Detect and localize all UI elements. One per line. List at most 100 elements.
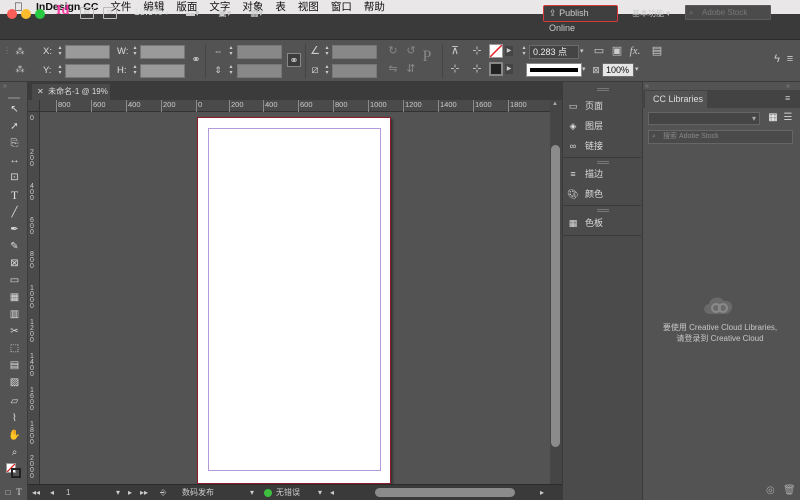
vertical-scroll-thumb[interactable]	[551, 145, 560, 447]
fill-swatch[interactable]	[489, 44, 503, 58]
open-page-icon[interactable]: ⎆	[160, 485, 166, 500]
collapse-tools-icon[interactable]: »	[3, 83, 7, 90]
horizontal-ruler[interactable]: 800 600 400 200 0 200 400 600 800 1000 1200 1400 160…	[28, 100, 550, 112]
paragraph-direction-icon[interactable]: P	[420, 49, 434, 65]
libraries-panel-menu-icon[interactable]: ≡	[785, 93, 790, 103]
scissors-tool-icon[interactable]: ✂	[7, 325, 22, 338]
panel-item-color[interactable]: 🎨︎ 颜色	[566, 186, 603, 202]
first-page-icon[interactable]: ◂◂	[32, 485, 40, 500]
line-tool-icon[interactable]: ╱	[7, 206, 22, 219]
last-page-icon[interactable]: ▸▸	[140, 485, 148, 500]
shear-spinner[interactable]: ▴ ▾	[323, 64, 331, 77]
fx-icon[interactable]: fx.	[628, 44, 642, 58]
stroke-type-select[interactable]	[526, 63, 582, 77]
horizontal-grid-tool-icon[interactable]: ▦	[7, 291, 22, 304]
publish-online-button[interactable]: ⇪ Publish Online	[543, 5, 618, 33]
scroll-right-icon[interactable]: ▸	[540, 485, 544, 500]
direct-selection-tool-icon[interactable]: ➚	[7, 120, 22, 133]
opacity-dropdown[interactable]: ▾	[635, 63, 643, 77]
menu-view[interactable]: 视图	[298, 0, 319, 14]
rectangle-frame-tool-icon[interactable]: ⊠	[7, 257, 22, 270]
shear-field[interactable]	[332, 64, 377, 78]
content-collector-tool-icon[interactable]: ⊡	[7, 171, 22, 184]
flip-vertical-icon[interactable]: ⇵	[404, 62, 418, 76]
scroll-up-icon[interactable]: ▲	[552, 101, 558, 107]
bridge-button[interactable]: Br	[80, 7, 94, 19]
list-view-icon[interactable]: ☰	[782, 112, 794, 124]
panel-grip-icon[interactable]	[597, 161, 609, 164]
panel-item-swatches[interactable]: ▦ 色板	[566, 215, 603, 231]
rotate-cw-icon[interactable]: ↻	[386, 44, 400, 58]
reference-point-grid-icon[interactable]: ⁂	[13, 62, 27, 76]
stroke-weight-spinner[interactable]: ▴ ▾	[520, 45, 528, 58]
scale-x-spinner[interactable]: ▴ ▾	[227, 45, 235, 58]
select-previous-icon[interactable]: ⊹	[448, 62, 462, 76]
opacity-field[interactable]: 100%	[602, 63, 634, 77]
stroke-swatch[interactable]	[489, 62, 503, 76]
panel-item-links[interactable]: ∞ 链接	[566, 138, 603, 154]
note-tool-icon[interactable]: ▱	[7, 395, 22, 408]
h-field[interactable]	[140, 64, 185, 78]
zoom-tool-icon[interactable]: ⌕	[7, 446, 22, 459]
eyedropper-tool-icon[interactable]: ⌇	[7, 412, 22, 425]
horizontal-scroll-thumb[interactable]	[375, 488, 515, 497]
document-tab[interactable]: ✕ 未命名-1 @ 19%	[32, 84, 110, 100]
scale-y-spinner[interactable]: ▴ ▾	[227, 64, 235, 77]
stroke-color-icon[interactable]	[11, 468, 21, 478]
gap-tool-icon[interactable]: ↔	[7, 154, 22, 167]
sign-in-message-line2[interactable]: 请登录到 Creative Cloud	[650, 333, 790, 344]
panel-item-pages[interactable]: ▭ 页面	[566, 98, 603, 114]
library-select[interactable]: ▾	[648, 112, 760, 125]
select-content-icon[interactable]: ⊹	[470, 44, 484, 58]
scale-x-field[interactable]	[237, 45, 282, 59]
pencil-tool-icon[interactable]: ✎	[7, 240, 22, 253]
panel-item-layers[interactable]: ◈ 图层	[566, 118, 603, 134]
profile-select[interactable]: 数码发布	[182, 485, 214, 500]
y-field[interactable]	[65, 64, 110, 78]
zoom-level-select[interactable]: 18.9% ▾	[134, 7, 169, 18]
w-field[interactable]	[140, 45, 185, 59]
menu-window[interactable]: 窗口	[331, 0, 352, 14]
control-panel-menu-icon[interactable]: ≡	[783, 52, 797, 66]
hand-tool-icon[interactable]: ✋	[7, 429, 22, 442]
formatting-container-icon[interactable]: □	[3, 486, 13, 499]
wrap-icon[interactable]: ▤	[650, 44, 664, 58]
rectangle-tool-icon[interactable]: ▭	[7, 274, 22, 287]
panel-grip-icon[interactable]: ⋮	[3, 46, 11, 55]
lightning-icon[interactable]: ϟ	[770, 52, 784, 66]
profile-dropdown-icon[interactable]: ▾	[250, 485, 254, 500]
tools-grip-icon[interactable]	[8, 97, 20, 99]
h-spinner[interactable]: ▴ ▾	[131, 64, 139, 77]
workspace-switcher[interactable]: 基本功能 ▾	[632, 8, 670, 19]
gradient-swatch-tool-icon[interactable]: ▤	[7, 359, 22, 372]
pen-tool-icon[interactable]: ✒	[7, 223, 22, 236]
fill-dropdown[interactable]: ▶	[505, 46, 513, 56]
screen-mode-icon[interactable]: ▣▾	[218, 7, 240, 19]
ruler-origin[interactable]	[28, 100, 40, 112]
page-number-field[interactable]: 1	[66, 485, 70, 500]
page-tool-icon[interactable]: ⎘	[7, 137, 22, 150]
minimize-window-button[interactable]	[21, 9, 31, 19]
cc-libraries-tab[interactable]: CC Libraries	[645, 91, 707, 108]
expand-panel-icon[interactable]: »	[786, 83, 790, 90]
view-options-icon[interactable]: ▬▾	[186, 7, 208, 19]
panel-item-stroke[interactable]: ≡ 描边	[566, 166, 603, 182]
stroke-dropdown[interactable]: ▶	[505, 64, 513, 74]
vertical-grid-tool-icon[interactable]: ▥	[7, 308, 22, 321]
menu-help[interactable]: 帮助	[364, 0, 385, 14]
panel-grip-icon[interactable]	[597, 88, 609, 91]
adobe-stock-search-input[interactable]: ⌕ Adobe Stock	[685, 5, 771, 20]
next-page-icon[interactable]: ▸	[128, 485, 132, 500]
drop-shadow-icon[interactable]: ▭	[592, 44, 606, 58]
menu-table[interactable]: 表	[275, 0, 286, 14]
type-tool-icon[interactable]: T	[7, 189, 22, 202]
select-next-icon[interactable]: ⊹	[470, 62, 484, 76]
vertical-ruler[interactable]: 0 200 400 600 800 1000 1200 1400 1600 1800 2000	[28, 112, 40, 484]
rotate-spinner[interactable]: ▴ ▾	[323, 45, 331, 58]
preflight-dropdown-icon[interactable]: ▾	[318, 485, 322, 500]
free-transform-tool-icon[interactable]: ⬚	[7, 342, 22, 355]
flip-horizontal-icon[interactable]: ⇋	[386, 62, 400, 76]
rotate-field[interactable]	[332, 45, 377, 59]
trash-icon[interactable]: 🗑︎	[783, 485, 796, 496]
reference-point-icon[interactable]: ⁂	[13, 44, 27, 58]
